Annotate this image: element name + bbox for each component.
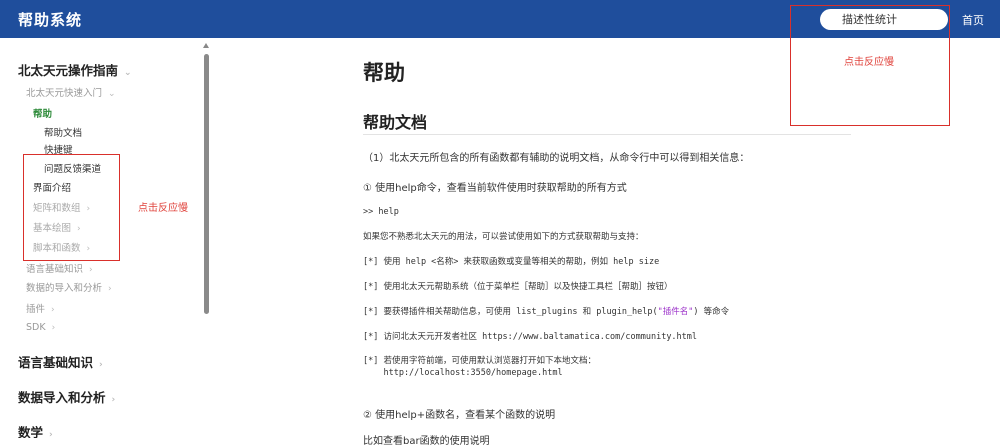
app-title: 帮助系统 [18, 10, 83, 29]
bullet-line: [*] 使用 help <名称> 来获取函数或变量等相关的帮助，例如 help … [363, 257, 660, 267]
sidebar-item-label: 帮助 [33, 109, 53, 120]
sidebar-item-label: 北太天元快速入门 [26, 88, 103, 99]
paragraph: 比如查看bar函数的使用说明 [363, 436, 490, 447]
sidebar-item-label: 语言基础知识 [18, 355, 94, 370]
bullet-text: [*] 要获得插件相关帮助信息，可使用 list_plugins 和 plugi… [363, 307, 658, 317]
string-literal: "插件名" [657, 307, 694, 317]
bullet-line: [*] 使用北太天元帮助系统（位于菜单栏［帮助］以及快捷工具栏［帮助］按钮） [363, 282, 673, 292]
home-link[interactable]: 首页 [962, 12, 984, 28]
sidebar-item-label: 插件 [26, 304, 46, 315]
code-line: >> help [363, 207, 399, 217]
sidebar-item-label: 帮助文档 [44, 128, 83, 139]
page-title: 帮助 [363, 61, 405, 85]
annotation-box-sidebar [23, 154, 120, 261]
paragraph: （1）北太天元所包含的所有函数都有辅助的说明文档，从命令行中可以得到相关信息： [363, 153, 750, 164]
chevron-right-icon: › [111, 395, 116, 405]
sidebar-item-operation-guide[interactable]: 北太天元操作指南 ⌄ [18, 60, 132, 79]
chevron-right-icon: › [99, 360, 103, 370]
bullet-line: [*] 若使用字符前端，可使用默认浏览器打开如下本地文档： [363, 356, 596, 366]
sidebar-item-data-io[interactable]: 数据导入和分析 › [18, 387, 115, 406]
paragraph: 如果您不熟悉北太天元的用法，可以尝试使用如下的方式获取帮助与支持： [363, 232, 644, 242]
chevron-down-icon: ⌄ [108, 89, 116, 99]
sidebar-item-label: 数据导入和分析 [18, 390, 106, 405]
scroll-up-arrow[interactable] [203, 43, 209, 48]
sidebar-item-help[interactable]: 帮助 [33, 106, 52, 120]
sidebar-item-label: 数学 [18, 425, 44, 438]
heading-divider [363, 134, 851, 135]
sidebar-item-data-io-sub[interactable]: 数据的导入和分析 › [26, 280, 112, 294]
sidebar-item-lang-basics[interactable]: 语言基础知识 › [18, 352, 103, 371]
bullet-line: [*] 要获得插件相关帮助信息，可使用 list_plugins 和 plugi… [363, 305, 729, 317]
bullet-line: http://localhost:3550/homepage.html [363, 368, 563, 378]
section-heading: 帮助文档 [363, 113, 428, 132]
bullet-text: ) 等命令 [693, 307, 730, 317]
chevron-right-icon: › [89, 265, 93, 275]
chevron-right-icon: › [51, 323, 56, 333]
sidebar-item-label: 语言基础知识 [26, 264, 84, 275]
chevron-down-icon: ⌄ [124, 68, 132, 78]
sidebar-item-quickstart[interactable]: 北太天元快速入门 ⌄ [26, 85, 116, 99]
sidebar-scrollbar-thumb[interactable] [204, 54, 209, 314]
sidebar-item-label: 北太天元操作指南 [18, 63, 119, 78]
chevron-right-icon: › [108, 284, 112, 294]
main-content: 帮助 帮助文档 （1）北太天元所包含的所有函数都有辅助的说明文档，从命令行中可以… [212, 38, 1000, 447]
sidebar-item-lang-basics-sub[interactable]: 语言基础知识 › [26, 261, 93, 275]
annotation-note-left: 点击反应慢 [138, 203, 188, 214]
chevron-right-icon: › [51, 305, 55, 315]
paragraph: ① 使用help命令，查看当前软件使用时获取帮助的所有方式 [363, 183, 627, 194]
sidebar-item-help-docs[interactable]: 帮助文档 [44, 125, 82, 139]
sidebar-item-plugins[interactable]: 插件 › [26, 301, 55, 315]
sidebar-item-label: SDK [26, 322, 46, 333]
sidebar-item-sdk[interactable]: SDK › [26, 322, 55, 333]
sidebar-item-math[interactable]: 数学 › [18, 422, 53, 438]
chevron-right-icon: › [49, 430, 53, 438]
sidebar-item-label: 数据的导入和分析 [26, 283, 103, 294]
bullet-line: [*] 访问北太天元开发者社区 https://www.baltamatica.… [363, 332, 698, 342]
paragraph: ② 使用help+函数名，查看某个函数的说明 [363, 410, 556, 421]
